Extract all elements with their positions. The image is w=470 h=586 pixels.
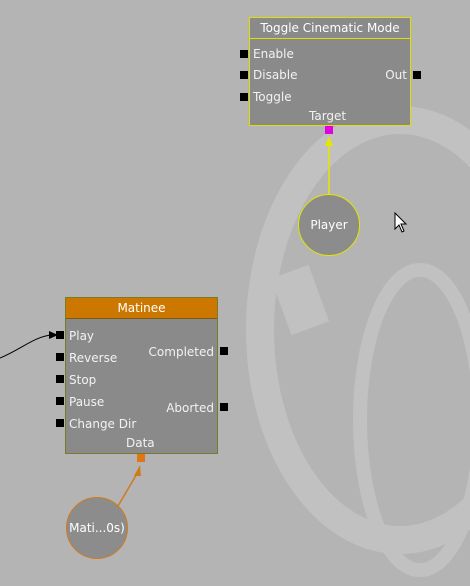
input-label-enable: Enable [253, 47, 294, 61]
input-connector-stop[interactable] [56, 375, 64, 383]
player-variable-node[interactable]: Player [298, 194, 360, 256]
mouse-pointer-icon [394, 212, 408, 233]
output-connector-completed[interactable] [220, 347, 228, 355]
input-connector-reverse[interactable] [56, 353, 64, 361]
output-label-completed: Completed [148, 345, 214, 359]
input-label-toggle: Toggle [253, 90, 292, 104]
play-input-link [0, 334, 53, 359]
output-label-out: Out [385, 68, 407, 82]
input-label-pause: Pause [69, 395, 105, 409]
matinee-data-variable-node[interactable]: Mati...0s) [66, 497, 128, 559]
data-link [117, 471, 139, 507]
variable-connector-data[interactable] [137, 454, 145, 462]
input-label-stop: Stop [69, 373, 97, 387]
input-label-play: Play [69, 329, 95, 343]
input-connector-enable[interactable] [240, 50, 248, 58]
node-title: Toggle Cinematic Mode [250, 18, 410, 39]
toggle-cinematic-mode-node[interactable]: Toggle Cinematic Mode Enable Disable Tog… [249, 17, 411, 126]
input-connector-play[interactable] [56, 331, 64, 339]
node-title: Matinee [66, 298, 217, 319]
input-label-reverse: Reverse [69, 351, 118, 365]
input-label-change-dir: Change Dir [69, 417, 137, 431]
player-variable-label: Player [310, 218, 348, 232]
variable-connector-target[interactable] [325, 126, 333, 134]
variable-label-data: Data [126, 436, 155, 450]
data-link-arrowhead [134, 465, 141, 476]
output-label-aborted: Aborted [166, 401, 214, 415]
input-connector-toggle[interactable] [240, 93, 248, 101]
background-watermark [246, 106, 470, 577]
input-label-disable: Disable [253, 68, 298, 82]
matinee-node[interactable]: Matinee Play Reverse Stop Pause Change D… [65, 297, 218, 454]
matinee-data-variable-label: Mati...0s) [69, 521, 125, 535]
output-connector-out[interactable] [413, 71, 421, 79]
input-connector-change-dir[interactable] [56, 419, 64, 427]
output-connector-aborted[interactable] [220, 403, 228, 411]
variable-label-target: Target [309, 109, 347, 123]
input-connector-pause[interactable] [56, 397, 64, 405]
input-connector-disable[interactable] [240, 71, 248, 79]
